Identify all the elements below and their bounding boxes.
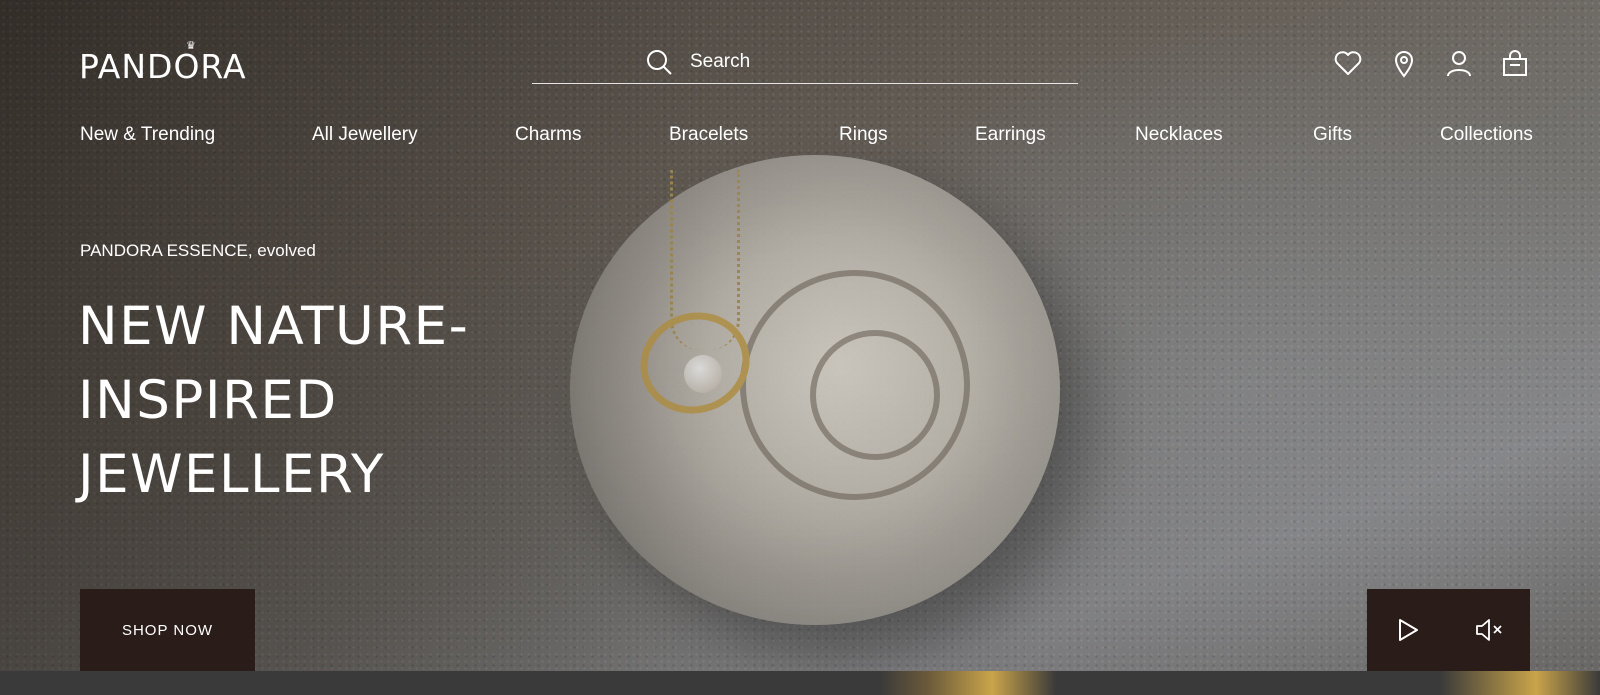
next-section-preview: [0, 671, 1600, 695]
search-bar[interactable]: [532, 44, 1078, 84]
nav-item-necklaces[interactable]: Necklaces: [1135, 124, 1223, 146]
search-input[interactable]: [690, 48, 1050, 76]
nav-item-all-jewellery[interactable]: All Jewellery: [312, 124, 418, 146]
headline-line-2: INSPIRED: [78, 370, 338, 431]
shop-now-button[interactable]: SHOP NOW: [80, 589, 255, 671]
logo-crown-icon: ♛: [186, 40, 196, 52]
nav-item-collections[interactable]: Collections: [1440, 124, 1533, 146]
nav-item-gifts[interactable]: Gifts: [1313, 124, 1352, 146]
nav-item-charms[interactable]: Charms: [515, 124, 582, 146]
nav-item-rings[interactable]: Rings: [839, 124, 888, 146]
account-button[interactable]: [1444, 48, 1474, 78]
search-icon[interactable]: [646, 49, 672, 75]
video-controls: [1367, 589, 1530, 671]
user-icon: [1447, 51, 1471, 77]
headline-line-1: NEW NATURE-: [78, 296, 470, 357]
nav-item-new-trending[interactable]: New & Trending: [80, 124, 215, 146]
location-pin-icon: [1394, 51, 1414, 78]
cart-button[interactable]: [1500, 48, 1530, 78]
hero-headline: NEW NATURE- INSPIRED JEWELLERY: [78, 290, 538, 512]
wishlist-button[interactable]: [1333, 48, 1363, 78]
play-button[interactable]: [1367, 589, 1448, 671]
hero-eyebrow: PANDORA ESSENCE, evolved: [80, 241, 316, 260]
mute-icon: [1475, 619, 1502, 641]
brand-logo[interactable]: PANDORA: [79, 47, 247, 86]
headline-line-3: JEWELLERY: [78, 444, 385, 505]
store-locator-button[interactable]: [1389, 48, 1419, 78]
heart-icon: [1334, 51, 1362, 75]
nav-item-earrings[interactable]: Earrings: [975, 124, 1046, 146]
shopping-bag-icon: [1503, 50, 1527, 76]
nav-item-bracelets[interactable]: Bracelets: [669, 124, 748, 146]
mute-button[interactable]: [1448, 589, 1529, 671]
play-icon: [1398, 619, 1418, 641]
